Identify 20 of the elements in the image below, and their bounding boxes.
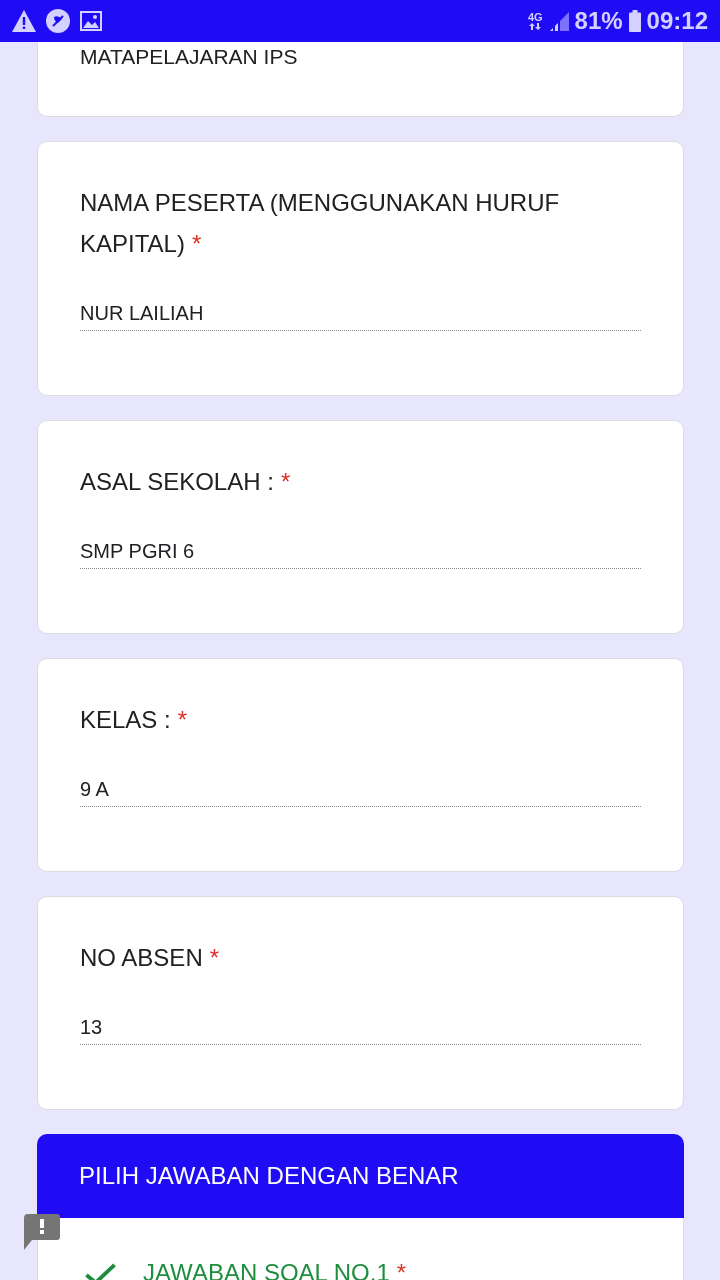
warning-icon [12, 10, 36, 32]
feedback-button[interactable] [24, 1214, 60, 1250]
question-title: ASAL SEKOLAH : * [80, 467, 292, 497]
signal-icon [548, 11, 569, 31]
question-title: NAMA PESERTA (MENGGUNAKAN HURUF KAPITAL) * [80, 188, 561, 259]
question-title: KELAS : * [80, 705, 189, 735]
question-title: NO ABSEN * [80, 943, 221, 973]
battery-icon [628, 10, 641, 32]
image-icon [80, 11, 102, 31]
description-text: MATAPELAJARAN IPS [80, 44, 299, 70]
slashed-disc-icon [46, 9, 70, 33]
answer-field[interactable]: 9 A [80, 775, 641, 807]
answer-field[interactable]: 13 [80, 1013, 641, 1045]
section-title: PILIH JAWABAN DENGAN BENAR [79, 1162, 459, 1190]
data-arrows-icon [529, 23, 542, 30]
clock-time: 09:12 [646, 7, 708, 35]
network-type-label: 4G [527, 12, 543, 23]
answer-field[interactable]: NUR LAILIAH [80, 299, 641, 331]
battery-percent: 81% [574, 7, 623, 35]
answer-field[interactable]: SMP PGRI 6 [80, 537, 641, 569]
